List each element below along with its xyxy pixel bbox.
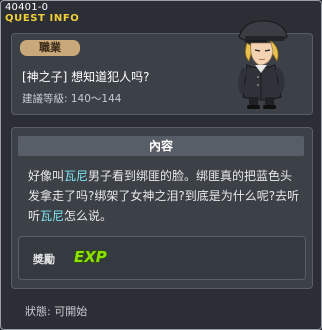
npc-name-link: 瓦尼 — [40, 209, 65, 223]
quest-status: 狀態: 可開始 — [25, 305, 88, 318]
window-title: QUEST INFO — [5, 13, 80, 24]
quest-name: [神之子] 想知道犯人吗? — [22, 70, 150, 84]
npc-name-link: 瓦尼 — [64, 169, 89, 183]
npc-portrait-icon — [238, 20, 288, 109]
content-header: 內容 — [18, 136, 304, 156]
description-text: 好像叫 — [28, 169, 65, 183]
quest-id: 40401-0 — [5, 2, 49, 13]
quest-info-window: 40401-0 QUEST INFO 職業 [神之子] 想知道犯人吗? 建議等級… — [0, 0, 322, 330]
job-badge: 職業 — [20, 40, 80, 56]
exp-icon: EXP — [73, 247, 107, 266]
content-panel: 內容 好像叫瓦尼男子看到绑匪的脸。绑匪真的把蓝色头发拿走了吗?绑架了女神之泪?到… — [11, 127, 313, 289]
quest-description: 好像叫瓦尼男子看到绑匪的脸。绑匪真的把蓝色头发拿走了吗?绑架了女神之泪?到底是为… — [28, 166, 302, 226]
description-text: 怎么说。 — [64, 209, 113, 223]
level-requirement: 建議等級: 140～144 — [22, 93, 122, 105]
exp-label: EXP — [74, 248, 107, 266]
reward-box: 獎勵 EXP — [18, 236, 306, 280]
reward-label: 獎勵 — [33, 253, 55, 266]
